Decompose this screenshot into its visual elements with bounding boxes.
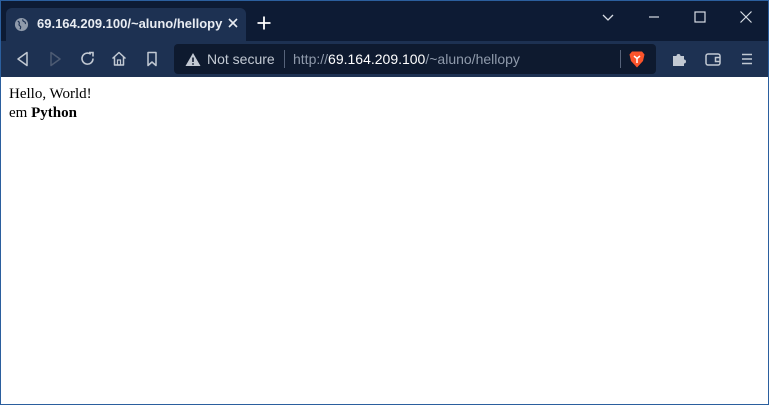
url-text[interactable]: http://69.164.209.100/~aluno/hellopy xyxy=(293,51,520,67)
url-host: 69.164.209.100 xyxy=(328,51,426,67)
home-icon[interactable] xyxy=(109,49,129,69)
back-icon[interactable] xyxy=(13,49,33,69)
extensions-icon[interactable] xyxy=(669,49,689,69)
brave-shields-icon[interactable] xyxy=(628,50,646,69)
minimize-icon[interactable] xyxy=(644,7,664,27)
page-content: Hello, World! em Python xyxy=(9,85,92,123)
tab-title: 69.164.209.100/~aluno/hellopy xyxy=(37,16,223,31)
menu-icon[interactable] xyxy=(737,49,757,69)
tab-search-chevron-icon[interactable] xyxy=(598,7,618,27)
language-prefix: em xyxy=(9,105,28,121)
title-bar: 69.164.209.100/~aluno/hellopy xyxy=(1,1,768,41)
reload-icon[interactable] xyxy=(78,49,98,69)
language-line: em Python xyxy=(9,104,92,123)
language-name: Python xyxy=(31,105,77,121)
shields-divider xyxy=(620,50,621,68)
new-tab-icon[interactable] xyxy=(256,15,272,31)
address-divider xyxy=(284,50,285,68)
bookmark-icon[interactable] xyxy=(142,49,162,69)
forward-icon[interactable] xyxy=(45,49,65,69)
maximize-icon[interactable] xyxy=(690,7,710,27)
warning-icon[interactable] xyxy=(185,52,201,67)
address-bar[interactable]: Not secure http://69.164.209.100/~aluno/… xyxy=(174,44,656,74)
security-label[interactable]: Not secure xyxy=(207,51,275,67)
close-window-icon[interactable] xyxy=(736,7,756,27)
toolbar: Not secure http://69.164.209.100/~aluno/… xyxy=(1,41,768,77)
browser-window: 69.164.209.100/~aluno/hellopy Not secure… xyxy=(0,0,769,405)
url-path: /~aluno/hellopy xyxy=(425,51,520,67)
hello-text: Hello, World! xyxy=(9,86,92,102)
wallet-icon[interactable] xyxy=(703,49,723,69)
globe-icon xyxy=(14,17,29,32)
active-tab[interactable]: 69.164.209.100/~aluno/hellopy xyxy=(6,8,246,41)
close-icon[interactable] xyxy=(225,15,241,31)
url-scheme: http:// xyxy=(293,51,329,67)
